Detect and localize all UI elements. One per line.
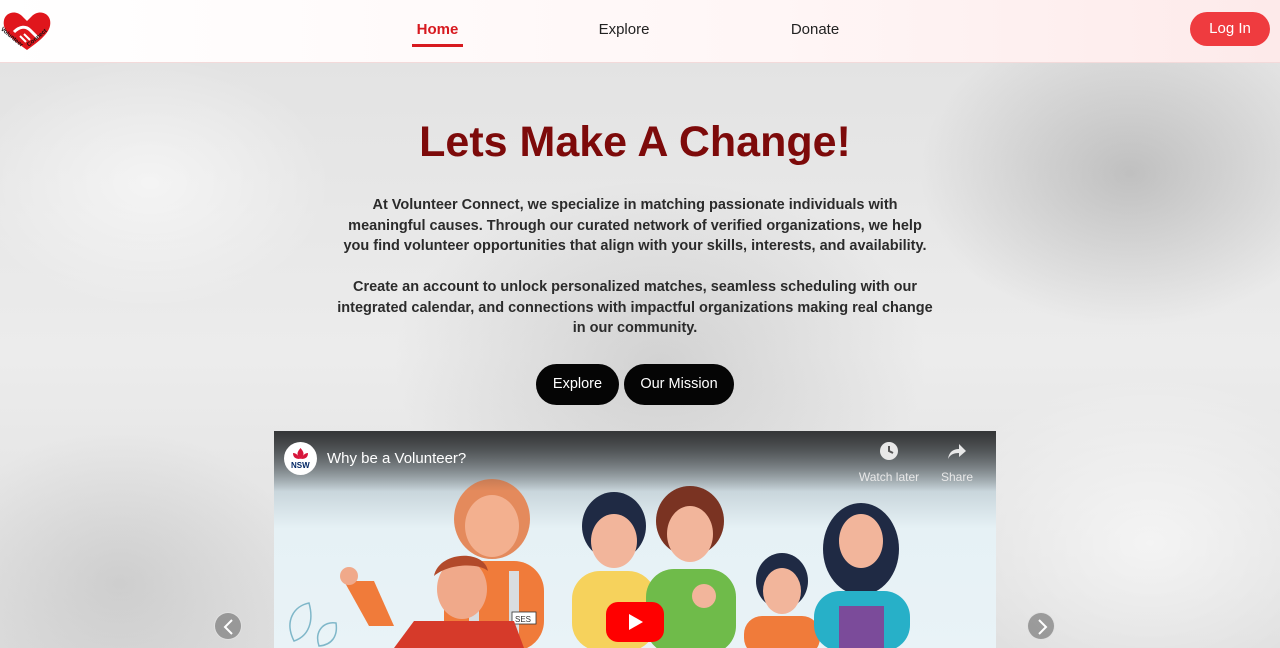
nav-home-label: Home [416, 21, 459, 38]
top-navbar: Volunteer Connect Home Explore Donate Lo… [0, 0, 1280, 63]
nav-explore[interactable]: Explore [594, 21, 654, 47]
play-icon [629, 614, 643, 630]
chevron-right-icon [1038, 619, 1048, 635]
login-button[interactable]: Log In [1190, 12, 1270, 46]
play-button[interactable] [606, 602, 664, 642]
explore-button[interactable]: Explore [536, 364, 619, 405]
nsw-channel-avatar[interactable]: NSW [284, 442, 317, 475]
chevron-left-icon [223, 619, 233, 635]
nav-donate[interactable]: Donate [785, 21, 845, 47]
ses-badge-text: SES [515, 615, 531, 624]
watch-later-button[interactable]: Watch later [854, 441, 924, 484]
share-button[interactable]: Share [922, 441, 992, 484]
our-mission-button[interactable]: Our Mission [624, 364, 734, 405]
carousel-next-arrow[interactable] [1027, 612, 1055, 640]
hero-intro-paragraph: At Volunteer Connect, we specialize in m… [343, 197, 927, 254]
clock-icon [880, 442, 898, 460]
carousel-prev-arrow[interactable] [214, 612, 242, 640]
share-arrow-icon [948, 444, 966, 459]
video-top-overlay: NSW Why be a Volunteer? Watch later Shar… [274, 431, 996, 491]
nav-donate-label: Donate [790, 21, 840, 38]
volunteer-connect-logo[interactable]: Volunteer Connect [0, 6, 54, 54]
hero-signup-paragraph: Create an account to unlock personalized… [337, 279, 933, 336]
video-title[interactable]: Why be a Volunteer? [327, 450, 466, 467]
nav-home[interactable]: Home [412, 21, 463, 47]
embedded-video-player[interactable]: SES NSW Why be a Volunteer? Watch later … [274, 431, 996, 648]
nav-explore-label: Explore [598, 21, 650, 38]
nsw-channel-name: NSW [291, 461, 310, 470]
hero-title: Lets Make A Change! [419, 118, 851, 166]
watch-later-label: Watch later [858, 470, 920, 484]
share-label: Share [940, 470, 974, 484]
